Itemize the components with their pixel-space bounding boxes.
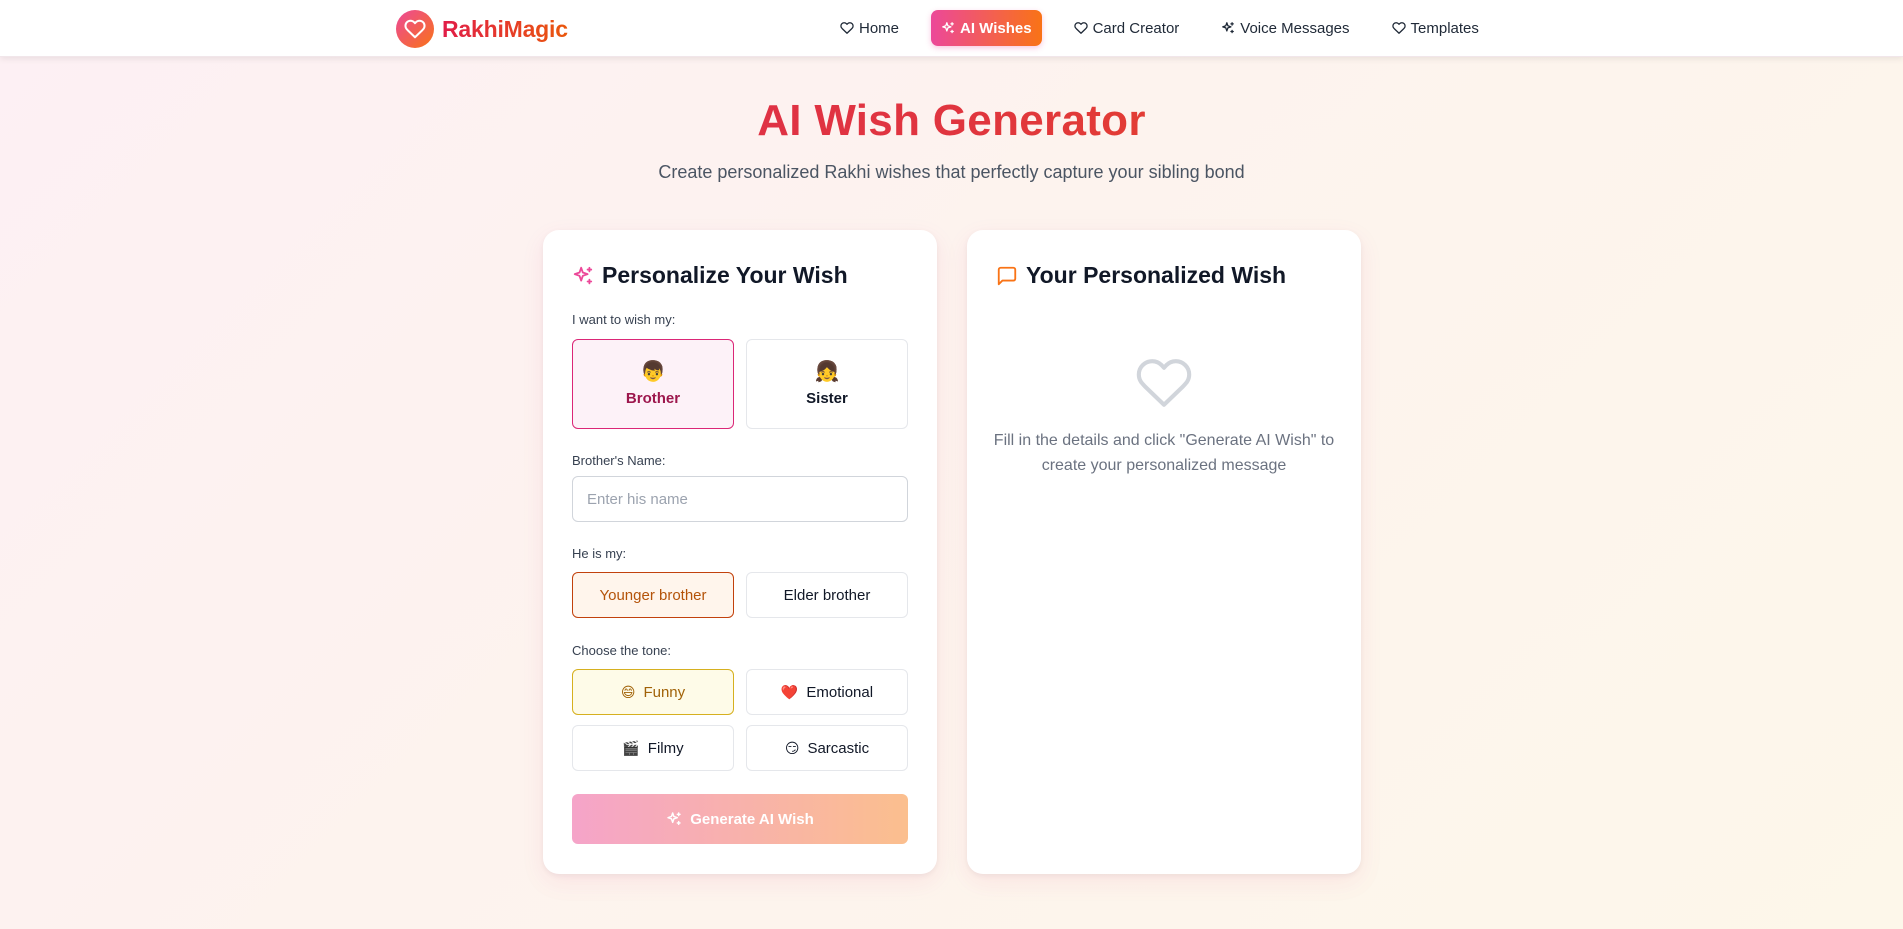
nav-item-label: Templates bbox=[1410, 19, 1479, 37]
page-subtitle: Create personalized Rakhi wishes that pe… bbox=[658, 162, 1245, 182]
younger-brother-label: Younger brother bbox=[599, 586, 707, 604]
result-card: Your Personalized Wish Fill in the detai… bbox=[967, 230, 1361, 874]
nav-item-voice-messages[interactable]: Voice Messages bbox=[1211, 10, 1359, 46]
name-input[interactable] bbox=[572, 476, 908, 522]
wish-label: I want to wish my: bbox=[572, 312, 676, 327]
smirk-emoji-icon: 😏 bbox=[784, 740, 800, 756]
sparkles-icon bbox=[667, 812, 681, 826]
nav-item-card-creator[interactable]: Card Creator bbox=[1064, 10, 1190, 46]
brother-option[interactable]: 👦 Brother bbox=[572, 339, 734, 429]
sister-option-label: Sister bbox=[806, 389, 848, 407]
top-navbar: RakhiMagic Home AI Wishes Card Creator V… bbox=[0, 0, 1903, 57]
empty-heart-icon bbox=[1136, 359, 1192, 407]
result-heading-text: Your Personalized Wish bbox=[1026, 262, 1287, 288]
nav-item-label: AI Wishes bbox=[960, 19, 1032, 37]
nav-item-templates[interactable]: Templates bbox=[1382, 10, 1489, 46]
heart-icon bbox=[1391, 22, 1406, 34]
tone-sarcastic-option[interactable]: 😏 Sarcastic bbox=[746, 725, 908, 771]
elder-brother-option[interactable]: Elder brother bbox=[746, 572, 908, 618]
clapper-board-emoji-icon: 🎬 bbox=[622, 740, 640, 756]
generate-wish-label: Generate AI Wish bbox=[690, 810, 814, 828]
tone-filmy-label: Filmy bbox=[647, 739, 684, 757]
brother-option-label: Brother bbox=[625, 389, 681, 407]
personalize-heading: Personalize Your Wish bbox=[572, 262, 848, 289]
tone-label: Choose the tone: bbox=[572, 643, 672, 658]
heart-icon bbox=[840, 22, 854, 34]
tone-emotional-label: Emotional bbox=[806, 683, 874, 701]
empty-state-message: Fill in the details and click "Generate … bbox=[993, 432, 1335, 474]
personalize-heading-text: Personalize Your Wish bbox=[602, 262, 848, 288]
tone-emotional-option[interactable]: ❤️ Emotional bbox=[746, 669, 908, 715]
sparkles-icon bbox=[942, 22, 954, 34]
brand-name: RakhiMagic bbox=[442, 15, 568, 42]
heart-icon bbox=[1073, 22, 1088, 34]
laughing-emoji-icon: 😄 bbox=[620, 684, 636, 700]
sparkles-icon bbox=[573, 266, 593, 284]
generate-wish-button[interactable]: Generate AI Wish bbox=[572, 794, 908, 844]
tone-funny-option[interactable]: 😄 Funny bbox=[572, 669, 734, 715]
nav-item-label: Home bbox=[859, 19, 900, 37]
result-heading: Your Personalized Wish bbox=[996, 262, 1286, 289]
tone-sarcastic-label: Sarcastic bbox=[807, 739, 870, 757]
boy-emoji-icon: 👦 bbox=[640, 360, 666, 383]
tone-filmy-option[interactable]: 🎬 Filmy bbox=[572, 725, 734, 771]
heart-logo-icon bbox=[396, 10, 434, 48]
nav-item-ai-wishes[interactable]: AI Wishes bbox=[931, 10, 1042, 46]
nav-item-home[interactable]: Home bbox=[830, 10, 909, 46]
elder-brother-label: Elder brother bbox=[783, 586, 871, 604]
personalize-card: Personalize Your Wish I want to wish my:… bbox=[543, 230, 937, 874]
tone-funny-label: Funny bbox=[643, 683, 686, 701]
name-label: Brother's Name: bbox=[572, 453, 666, 468]
girl-emoji-icon: 👧 bbox=[814, 360, 840, 383]
younger-brother-option[interactable]: Younger brother bbox=[572, 572, 734, 618]
message-square-icon bbox=[997, 266, 1017, 285]
page-title: AI Wish Generator bbox=[0, 96, 1903, 146]
red-heart-emoji-icon: ❤️ bbox=[780, 684, 799, 700]
brand[interactable]: RakhiMagic bbox=[396, 10, 568, 48]
nav-item-label: Card Creator bbox=[1092, 19, 1180, 37]
main-nav: Home AI Wishes Card Creator Voice Messag… bbox=[830, 10, 1489, 46]
relation-label: He is my: bbox=[572, 546, 627, 561]
nav-item-label: Voice Messages bbox=[1240, 19, 1350, 37]
sister-option[interactable]: 👧 Sister bbox=[746, 339, 908, 429]
sparkles-icon bbox=[1222, 22, 1235, 34]
